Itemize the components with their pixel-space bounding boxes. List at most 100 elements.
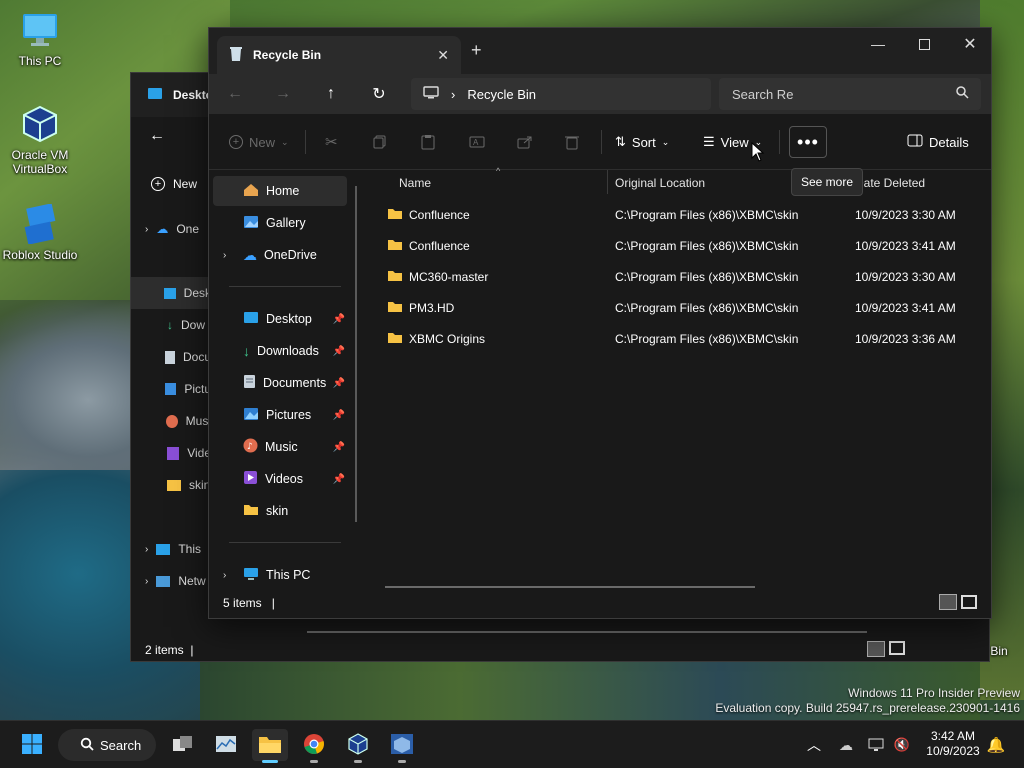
- folder-icon: [387, 207, 403, 223]
- pin-icon[interactable]: 📌: [333, 346, 345, 357]
- nav-item-downloads[interactable]: ↓ Downloads 📌: [213, 336, 347, 366]
- show-hidden-icons-chevron-up-icon[interactable]: ︿: [796, 729, 832, 761]
- pin-icon[interactable]: 📌: [333, 314, 345, 325]
- task-view-button[interactable]: [165, 729, 201, 761]
- taskbar-app-performance[interactable]: [208, 729, 244, 761]
- copy-icon[interactable]: [373, 128, 387, 156]
- nav-item-documents[interactable]: Documents 📌: [213, 368, 347, 398]
- table-row[interactable]: Confluence C:\Program Files (x86)\XBMC\s…: [377, 199, 977, 230]
- nav-item-videos[interactable]: Videos 📌: [213, 464, 347, 494]
- details-pane-button[interactable]: Details: [907, 128, 969, 156]
- recycle-bin-icon: [229, 46, 243, 65]
- taskbar-app-file-explorer[interactable]: [252, 729, 288, 763]
- start-button[interactable]: [14, 729, 50, 761]
- close-window-icon[interactable]: ✕: [947, 28, 993, 60]
- back-arrow-icon[interactable]: ←: [149, 127, 165, 145]
- sort-button[interactable]: ⇅ Sort ⌄: [615, 128, 669, 156]
- notification-bell-icon[interactable]: 🔔: [978, 729, 1014, 761]
- pin-icon[interactable]: 📌: [333, 378, 345, 389]
- desktop-icon-this-pc[interactable]: This PC: [0, 10, 80, 68]
- taskbar-app-virtualbox-manager[interactable]: [384, 729, 420, 763]
- table-row[interactable]: XBMC Origins C:\Program Files (x86)\XBMC…: [377, 323, 977, 354]
- nav-item-home[interactable]: Home: [213, 176, 347, 206]
- tab-bar[interactable]: Recycle Bin ✕ + — ✕: [209, 28, 991, 74]
- search-icon: [80, 737, 94, 754]
- monitor-icon: [423, 85, 439, 103]
- details-pane-icon: [907, 134, 923, 150]
- column-header-name[interactable]: Name: [399, 170, 431, 196]
- table-row[interactable]: MC360-master C:\Program Files (x86)\XBMC…: [377, 261, 977, 292]
- desktop-icon-roblox-studio[interactable]: Roblox Studio: [0, 203, 80, 262]
- search-input[interactable]: Search Re: [719, 78, 981, 110]
- volume-muted-icon[interactable]: 🔇: [884, 729, 920, 761]
- nav-item-music[interactable]: ♪ Music 📌: [213, 432, 347, 462]
- back-arrow-icon[interactable]: ←: [219, 80, 251, 108]
- clock[interactable]: 3:42 AM 10/9/2023: [920, 729, 986, 759]
- back-sidebar-music[interactable]: Musi: [131, 405, 211, 437]
- back-sidebar-documents[interactable]: Docu: [131, 341, 211, 373]
- back-sidebar-network[interactable]: › Netw: [131, 565, 211, 597]
- taskbar-app-virtualbox[interactable]: [340, 729, 376, 763]
- table-row[interactable]: PM3.HD C:\Program Files (x86)\XBMC\skin …: [377, 292, 977, 323]
- mouse-cursor: [751, 141, 765, 165]
- back-sidebar-this-pc[interactable]: › This: [131, 533, 211, 565]
- desktop-icon: [164, 287, 176, 299]
- back-sidebar-downloads[interactable]: ↓ Dow: [131, 309, 211, 341]
- back-new-button[interactable]: + New: [151, 177, 197, 191]
- monitor-icon: [20, 10, 60, 50]
- table-row[interactable]: Confluence C:\Program Files (x86)\XBMC\s…: [377, 230, 977, 261]
- taskbar-app-chrome[interactable]: [296, 729, 332, 763]
- see-more-button[interactable]: •••: [789, 126, 827, 158]
- back-view-toggles[interactable]: [867, 641, 905, 657]
- refresh-icon[interactable]: ↻: [363, 80, 395, 108]
- back-sidebar-skin[interactable]: skin: [131, 469, 211, 501]
- details-view-icon[interactable]: [939, 594, 957, 610]
- nav-label: Videos: [265, 472, 303, 486]
- paste-icon[interactable]: [421, 128, 435, 156]
- tiles-view-icon[interactable]: [961, 595, 977, 609]
- nav-item-gallery[interactable]: Gallery: [213, 208, 347, 238]
- details-view-icon[interactable]: [867, 641, 885, 657]
- chevron-right-icon[interactable]: ›: [223, 250, 226, 261]
- taskbar-search-label: Search: [100, 737, 142, 753]
- toolbar-divider: [779, 130, 780, 154]
- minimize-icon[interactable]: —: [855, 28, 901, 60]
- close-tab-icon[interactable]: ✕: [437, 47, 449, 64]
- explorer-window-recycle-bin[interactable]: Recycle Bin ✕ + — ✕ ← → ↑ ↻ › Recycle Bi…: [208, 27, 992, 619]
- cut-icon[interactable]: ✂: [325, 128, 338, 156]
- column-divider[interactable]: [607, 170, 608, 194]
- back-hscrollbar[interactable]: [307, 631, 867, 633]
- column-header-location[interactable]: Original Location: [615, 170, 705, 196]
- share-icon[interactable]: [517, 128, 533, 156]
- pin-icon[interactable]: 📌: [333, 442, 345, 453]
- back-sidebar-pictures[interactable]: Pictu: [131, 373, 211, 405]
- maximize-icon[interactable]: [901, 28, 947, 60]
- desktop-icon-virtualbox[interactable]: Oracle VM VirtualBox: [0, 104, 80, 176]
- back-sidebar-onedrive[interactable]: › ☁ One: [131, 213, 211, 245]
- new-tab-icon[interactable]: +: [471, 40, 482, 61]
- delete-icon[interactable]: [565, 128, 579, 156]
- column-header-date[interactable]: Date Deleted: [855, 170, 925, 196]
- tiles-view-icon[interactable]: [889, 641, 905, 655]
- nav-item-onedrive[interactable]: › ☁ OneDrive: [213, 240, 347, 270]
- nav-item-pictures[interactable]: Pictures 📌: [213, 400, 347, 430]
- row-location: C:\Program Files (x86)\XBMC\skin: [615, 331, 799, 346]
- taskbar-search[interactable]: Search: [58, 729, 156, 761]
- new-button[interactable]: + New ⌄: [229, 128, 289, 156]
- pin-icon[interactable]: 📌: [333, 410, 345, 421]
- back-sidebar-desktop[interactable]: Desk: [131, 277, 211, 309]
- breadcrumb[interactable]: › Recycle Bin: [411, 78, 711, 110]
- back-sidebar-label: This: [178, 542, 202, 556]
- back-sidebar-videos[interactable]: Vide: [131, 437, 211, 469]
- nav-item-skin[interactable]: skin: [213, 496, 347, 526]
- up-arrow-icon[interactable]: ↑: [315, 80, 347, 108]
- pin-icon[interactable]: 📌: [333, 474, 345, 485]
- forward-arrow-icon[interactable]: →: [267, 80, 299, 108]
- chevron-right-icon[interactable]: ›: [223, 570, 226, 581]
- breadcrumb-item[interactable]: Recycle Bin: [467, 87, 536, 102]
- rename-icon[interactable]: A: [469, 128, 485, 156]
- nav-item-desktop[interactable]: Desktop 📌: [213, 304, 347, 334]
- nav-scrollbar[interactable]: [355, 186, 357, 522]
- tab-recycle-bin[interactable]: Recycle Bin ✕: [217, 36, 461, 74]
- nav-item-this-pc[interactable]: › This PC: [213, 560, 347, 590]
